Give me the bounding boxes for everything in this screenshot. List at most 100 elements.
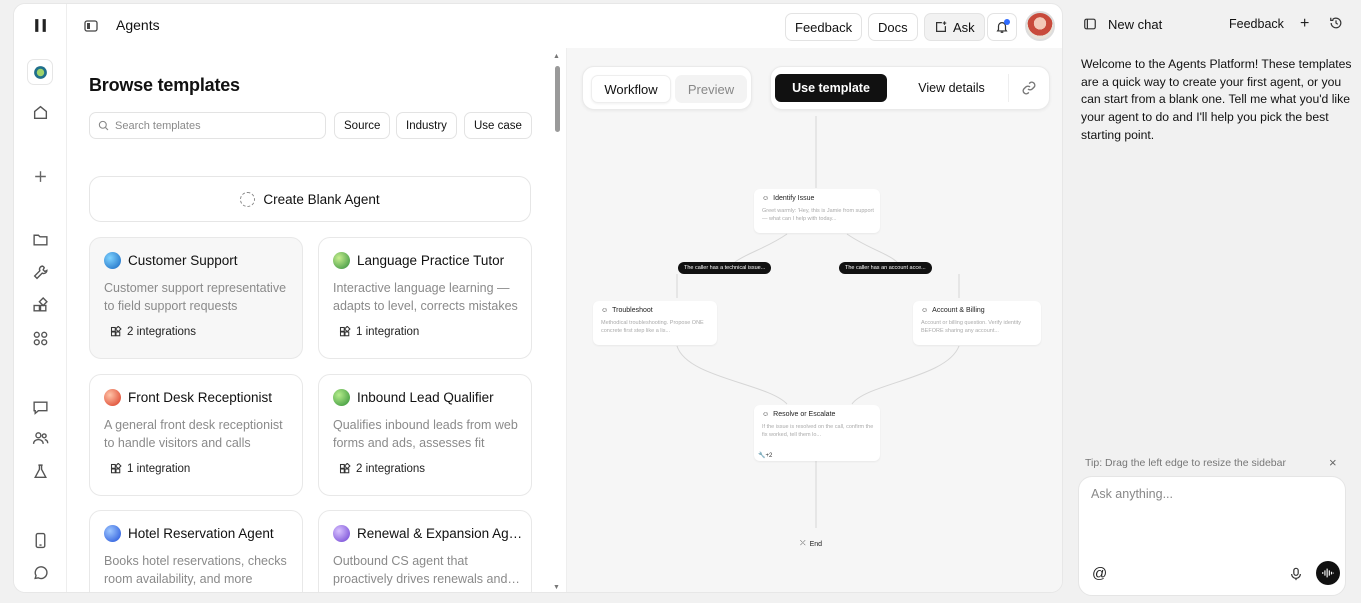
tool-count-text: +2 <box>765 453 773 459</box>
template-icon <box>333 389 350 406</box>
avatar[interactable] <box>1025 11 1055 41</box>
template-name: Hotel Reservation Agent <box>128 526 274 541</box>
edge-label-text: The caller has a technical issue... <box>684 265 766 271</box>
ask-button[interactable]: Ask <box>924 13 985 41</box>
template-name: Renewal & Expansion Agent <box>357 526 527 541</box>
scrollbar-thumb[interactable] <box>555 66 560 132</box>
edge-label-technical[interactable]: The caller has a technical issue... <box>678 262 772 274</box>
node-desc: If the issue is resolved on the call, co… <box>762 424 874 438</box>
node-identify-issue[interactable]: ☺ Identify Issue Greet warmly: 'Hey, this… <box>754 189 880 233</box>
node-title-text: End <box>809 540 823 548</box>
template-name: Inbound Lead Qualifier <box>357 390 494 405</box>
logo-icon[interactable] <box>27 59 53 85</box>
search-input[interactable] <box>115 119 305 132</box>
search-box[interactable] <box>89 112 326 139</box>
feedback-button[interactable]: Feedback <box>785 13 863 41</box>
template-icon <box>104 389 121 406</box>
close-tip-icon[interactable]: × <box>1329 455 1337 470</box>
notifications-button[interactable] <box>987 13 1017 41</box>
plus-icon[interactable] <box>28 164 52 188</box>
mention-icon[interactable]: @ <box>1092 565 1107 582</box>
template-description: A general front desk receptionist to han… <box>104 418 283 450</box>
create-blank-agent-button[interactable]: Create Blank Agent <box>89 176 531 222</box>
integrations-icon[interactable] <box>28 293 52 317</box>
phone-icon[interactable] <box>28 528 52 552</box>
scroll-up-arrow[interactable]: ▲ <box>553 53 560 60</box>
node-troubleshoot[interactable]: ☺ Troubleshoot Methodical troubleshooting… <box>593 301 717 345</box>
new-chat-plus-icon[interactable]: + <box>1300 15 1309 33</box>
main-panel: Agents Feedback Docs Ask Browse template… <box>13 3 1063 593</box>
node-desc: Methodical troubleshooting. Propose ONE … <box>601 320 704 334</box>
template-icon <box>104 525 121 542</box>
integrations-count: 1 integration <box>127 463 191 475</box>
node-tool-count: 🔧+2 <box>758 453 773 459</box>
end-icon: ⤫ <box>800 540 806 547</box>
template-description: Books hotel reservations, checks room av… <box>104 554 287 586</box>
workflow-preview: Workflow Preview Use template View detai… <box>566 48 1062 592</box>
node-end[interactable]: ⤫ End <box>796 534 836 554</box>
page-title: Agents <box>116 17 160 33</box>
dashed-circle-icon <box>240 191 256 207</box>
template-card[interactable]: Inbound Lead Qualifier Qualifies inbound… <box>318 374 532 496</box>
apps-icon[interactable] <box>28 326 52 350</box>
template-description: Outbound CS agent that proactively drive… <box>333 554 508 586</box>
pause-icon[interactable] <box>28 13 52 37</box>
node-desc: Greet warmly: 'Hey, this is Jamie from s… <box>762 208 874 222</box>
docs-button[interactable]: Docs <box>868 13 918 41</box>
template-card[interactable]: Renewal & Expansion Agent Outbound CS ag… <box>318 510 532 592</box>
node-account-billing[interactable]: ☺ Account & Billing Account or billing qu… <box>913 301 1041 345</box>
node-icon: ☺ <box>921 307 929 314</box>
node-icon: ☺ <box>601 307 609 314</box>
chat-input[interactable] <box>1091 487 1331 547</box>
template-card[interactable]: Language Practice Tutor Interactive lang… <box>318 237 532 359</box>
node-title: ☺ Identify Issue <box>762 195 814 202</box>
node-title-text: Resolve or Escalate <box>773 411 836 418</box>
template-name: Front Desk Receptionist <box>128 390 273 405</box>
history-icon[interactable] <box>1329 16 1344 31</box>
node-resolve-escalate[interactable]: ☺ Resolve or Escalate If the issue is res… <box>754 405 880 461</box>
node-title: ☺ Resolve or Escalate <box>762 411 835 418</box>
whatsapp-icon[interactable] <box>28 560 52 584</box>
node-title-text: Account & Billing <box>932 307 985 314</box>
chat-panel-icon[interactable] <box>1083 17 1097 31</box>
template-name: Language Practice Tutor <box>357 253 505 268</box>
top-bar: Agents Feedback Docs Ask <box>67 4 1062 48</box>
chat-feedback-button[interactable]: Feedback <box>1229 17 1284 31</box>
template-description: Qualifies inbound leads from web forms a… <box>333 418 518 450</box>
filter-industry[interactable]: Industry <box>396 112 457 139</box>
mic-icon[interactable] <box>1289 566 1303 582</box>
filter-source[interactable]: Source <box>334 112 391 139</box>
edge-label-account[interactable]: The caller has an account acce... <box>839 262 932 274</box>
node-title: ⤫ End <box>800 540 822 548</box>
template-description: Interactive language learning — adapts t… <box>333 281 518 313</box>
node-title: ☺ Account & Billing <box>921 307 985 314</box>
flask-icon[interactable] <box>28 459 52 483</box>
template-card[interactable]: Customer Support Customer support repres… <box>89 237 303 359</box>
create-blank-label: Create Blank Agent <box>263 191 380 207</box>
resize-tip: Tip: Drag the left edge to resize the si… <box>1085 457 1286 469</box>
sidebar-toggle-icon[interactable] <box>83 18 99 34</box>
integrations-count: 2 integrations <box>127 326 197 338</box>
node-title-text: Troubleshoot <box>612 307 653 314</box>
home-icon[interactable] <box>28 100 52 124</box>
template-card[interactable]: Hotel Reservation Agent Books hotel rese… <box>89 510 303 592</box>
chat-bubble-icon[interactable] <box>28 395 52 419</box>
template-name: Customer Support <box>128 253 238 268</box>
ask-icon <box>936 21 947 32</box>
integrations-icon <box>110 326 122 337</box>
template-integrations: 2 integrations <box>339 463 425 475</box>
nav-rail <box>14 4 67 592</box>
voice-mode-button[interactable] <box>1316 561 1340 585</box>
integrations-count: 1 integration <box>356 326 420 338</box>
node-icon: ☺ <box>762 195 770 202</box>
notification-dot <box>1004 19 1010 25</box>
template-card[interactable]: Front Desk Receptionist A general front … <box>89 374 303 496</box>
ask-label: Ask <box>953 19 975 35</box>
template-integrations: 1 integration <box>339 326 419 338</box>
tools-icon[interactable] <box>28 260 52 284</box>
folder-icon[interactable] <box>28 227 52 251</box>
filter-use-case[interactable]: Use case <box>464 112 532 139</box>
chat-title: New chat <box>1108 17 1163 32</box>
scroll-down-arrow[interactable]: ▼ <box>553 584 560 591</box>
users-icon[interactable] <box>28 426 52 450</box>
